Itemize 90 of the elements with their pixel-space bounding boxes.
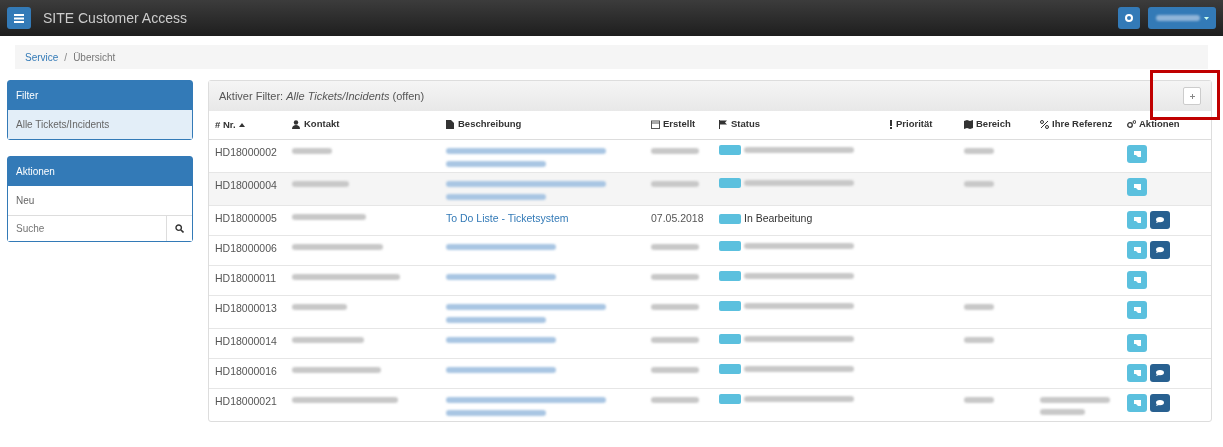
filter-item[interactable]: Alle Tickets/Incidents [8, 110, 192, 139]
blurred-text [964, 180, 994, 187]
column-header[interactable]: Erstellt [663, 117, 696, 132]
status-badge [719, 333, 741, 344]
comment-icon [1156, 369, 1164, 376]
blurred-text [964, 336, 994, 343]
document-icon [446, 119, 455, 129]
action-item[interactable]: Neu [8, 186, 192, 215]
settings-button[interactable] [1118, 7, 1140, 29]
comment-button[interactable] [1150, 210, 1170, 229]
active-filter-text: Aktiver Filter: Alle Tickets/Incidents (offen) [219, 88, 425, 104]
percent-icon [1040, 119, 1049, 129]
blurred-text [292, 336, 364, 343]
status-badge [719, 300, 741, 311]
ticket-button[interactable] [1127, 333, 1147, 352]
blurred-text [1040, 396, 1110, 403]
search-icon [175, 224, 184, 234]
column-header[interactable]: Priorität [896, 117, 933, 132]
ticket-button[interactable] [1127, 300, 1147, 319]
user-menu-button[interactable] [1148, 7, 1216, 29]
settings-icon [1125, 14, 1133, 22]
created-date: 07.05.2018 [651, 211, 704, 224]
exclamation-icon [889, 119, 893, 129]
status-badge [719, 144, 741, 155]
blurred-text [292, 180, 349, 187]
menu-icon [14, 13, 24, 23]
ticket-number: HD18000011 [215, 271, 277, 284]
blurred-text [292, 303, 347, 310]
blurred-text [651, 336, 699, 343]
breadcrumb-current: Übersicht [73, 50, 116, 65]
status-badge [719, 240, 741, 251]
blurred-text [651, 366, 699, 373]
ticket-button[interactable] [1127, 177, 1147, 196]
breadcrumb-separator: / [64, 50, 68, 65]
blurred-text [651, 273, 699, 280]
status-text: In Bearbeitung [744, 210, 813, 226]
plus-icon [1189, 93, 1195, 99]
blurred-text [651, 303, 699, 310]
status-badge [719, 270, 741, 281]
panel-title: Filter [8, 81, 192, 110]
ticket-number: HD18000004 [215, 178, 277, 191]
comment-icon [1156, 399, 1164, 406]
ticket-button[interactable] [1127, 270, 1147, 289]
blurred-text [292, 147, 332, 154]
column-header[interactable]: Bereich [976, 117, 1011, 132]
blurred-text [651, 243, 699, 250]
caret-icon [1203, 16, 1209, 20]
menu-button[interactable] [7, 7, 31, 29]
comment-button[interactable] [1150, 240, 1170, 259]
flag-icon [719, 119, 728, 129]
ticket-button[interactable] [1127, 144, 1147, 163]
status-badge [719, 213, 741, 224]
column-header[interactable]: Beschreibung [458, 117, 522, 132]
ticket-number: HD18000016 [215, 364, 277, 377]
status-badge [719, 363, 741, 374]
gears-icon [1127, 119, 1136, 129]
blurred-text [964, 147, 994, 154]
column-header[interactable]: Aktionen [1139, 117, 1180, 132]
description-link[interactable]: To Do Liste - Ticketsystem [446, 211, 569, 224]
map-icon [964, 119, 973, 129]
column-header[interactable]: Status [731, 117, 761, 132]
calendar-icon [651, 119, 660, 129]
ticket-number: HD18000005 [215, 211, 277, 224]
comment-button[interactable] [1150, 393, 1170, 412]
ticket-number: HD18000002 [215, 145, 277, 158]
column-header[interactable]: Ihre Referenz [1052, 117, 1113, 132]
column-header[interactable]: # Nr. [215, 117, 236, 133]
blurred-text [651, 147, 699, 154]
status-badge [719, 393, 741, 404]
person-icon [292, 119, 301, 129]
ticket-number: HD18000021 [215, 394, 277, 407]
comment-icon [1156, 216, 1164, 223]
blurred-text [964, 396, 994, 403]
search-button[interactable] [166, 216, 192, 241]
blurred-text [651, 180, 699, 187]
blurred-text [964, 303, 994, 310]
ticket-number: HD18000014 [215, 334, 277, 347]
ticket-number: HD18000013 [215, 301, 277, 314]
blurred-text [651, 396, 699, 403]
column-header[interactable]: Kontakt [304, 117, 340, 132]
blurred-text [1040, 408, 1085, 415]
highlight-frame [1150, 70, 1220, 120]
ticket-number: HD18000006 [215, 241, 277, 254]
comment-button[interactable] [1150, 363, 1170, 382]
breadcrumb-link[interactable]: Service [25, 49, 59, 65]
status-badge [719, 177, 741, 188]
comment-icon [1156, 246, 1164, 253]
panel-title: Aktionen [8, 157, 192, 186]
expand-button[interactable] [1183, 87, 1201, 105]
app-title: SITE Customer Access [43, 8, 187, 28]
